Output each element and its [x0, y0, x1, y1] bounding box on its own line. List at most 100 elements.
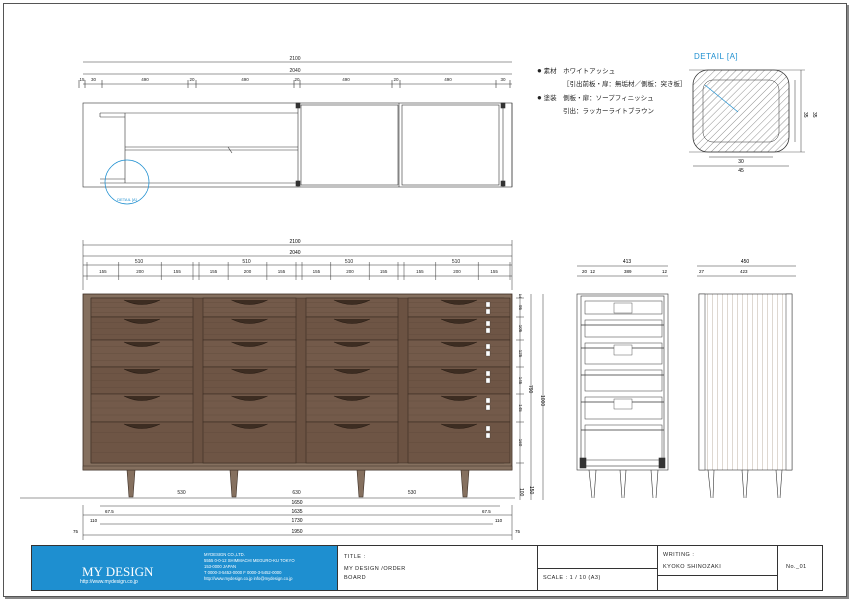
top-segment-dim: 490 [241, 77, 249, 82]
front-column-dim: 510 [135, 259, 144, 265]
top-segment-dim: 30 [500, 77, 506, 82]
bottom-small-2: 67.5 [482, 509, 491, 514]
drawer-height-dim: 125 [518, 350, 523, 358]
drawer-marker [485, 432, 491, 439]
leg [126, 469, 136, 498]
top-segment-dim: 15 [79, 77, 85, 82]
title-label: TITLE : [344, 554, 366, 560]
drawer-height-dim: 145 [518, 404, 523, 412]
detail-height-outer: 35 [802, 112, 808, 118]
front-sub-dim: 155 [99, 269, 107, 274]
drawer-marker [485, 343, 491, 350]
front-view-dims [82, 240, 513, 290]
front-column-dims: 510 510 510 510 [135, 259, 461, 265]
leg-spacing-dim: 530 [408, 490, 417, 496]
drawer-marker [485, 425, 491, 432]
leg [356, 469, 366, 498]
back-view [697, 265, 796, 499]
company-url: http://www.mydesign.co.jp [80, 579, 138, 585]
leg-spacing-dim: 530 [177, 490, 186, 496]
drawer-label [613, 302, 633, 314]
brand-logo: MY DESIGN [82, 564, 154, 579]
side-part-4: 12 [662, 269, 668, 274]
back-part-1: 27 [699, 269, 705, 274]
drawing-sheet: ● 素材 ホワイトアッシュ ［引出前板・扉：無垢材／側板：突き板］ ● 塗装 側… [0, 0, 850, 600]
detail-height-inner: 35 [811, 112, 817, 118]
top-segment-dim: 490 [444, 77, 452, 82]
top-segment-dim: 20 [189, 77, 195, 82]
front-sub-dim: 200 [136, 269, 144, 274]
drawer-marker [485, 370, 491, 377]
top-segment-dims: 15 30 490 20 490 20 490 20 490 30 [79, 77, 506, 82]
drawer-height-dim: 105 [518, 325, 523, 333]
side-overall-dim: 413 [623, 259, 632, 265]
drawer-marker [485, 397, 491, 404]
drawer-marker [485, 327, 491, 334]
front-sub-dim: 200 [244, 269, 252, 274]
drawer-marker [485, 350, 491, 357]
title-cell: TITLE : MY DESIGN /ORDER BOARD [337, 546, 538, 590]
top-overall-dim: 2100 [289, 56, 300, 62]
plinth-dim: 150 [528, 486, 534, 495]
front-sub-dim: 200 [453, 269, 461, 274]
front-sub-dim: 155 [210, 269, 218, 274]
front-sub-dim: 155 [416, 269, 424, 274]
drawer-marker [485, 404, 491, 411]
top-segment-dim: 490 [342, 77, 350, 82]
back-overall-dim: 450 [741, 259, 750, 265]
bottom-small-3: 110 [90, 518, 98, 523]
bottom-dim-1: 1650 [291, 500, 302, 506]
company-info: MYDESIGN CO.,LTD. 5555 0-0-12 SHIMMACHI … [204, 552, 295, 581]
bottom-dim-4: 1950 [291, 529, 302, 535]
title-line-1: MY DESIGN /ORDER [344, 566, 406, 572]
drawer-height-dim: 95 [518, 305, 523, 311]
side-view [576, 265, 669, 499]
detail-width-inner: 30 [738, 159, 744, 165]
company-logo-panel: MY DESIGN http://www.mydesign.co.jp MYDE… [32, 546, 337, 590]
drawer-marker [485, 308, 491, 315]
side-part-3: 389 [624, 269, 632, 274]
scale-text: SCALE : 1 / 10 (A3) [543, 575, 601, 581]
front-sub-dim: 155 [173, 269, 181, 274]
front-sub-dim: 155 [278, 269, 286, 274]
top-segment-dim: 20 [294, 77, 300, 82]
drawer-height-dim: 145 [518, 377, 523, 385]
total-height-dim: 1000 [539, 395, 545, 406]
drawer-height-dim: 160 [518, 439, 523, 447]
front-sub-dim: 200 [346, 269, 354, 274]
number-cell: No._01 [777, 546, 823, 590]
top-segment-dim: 30 [91, 77, 97, 82]
leg [460, 469, 470, 498]
top-segment-dim: 20 [393, 77, 399, 82]
title-block: MY DESIGN http://www.mydesign.co.jp MYDE… [31, 545, 823, 591]
front-column-dim: 510 [452, 259, 461, 265]
top-segment-dim: 490 [141, 77, 149, 82]
writing-label: WRITING : [663, 552, 695, 558]
plinth [82, 465, 513, 471]
top-view [78, 61, 513, 205]
leg-spacing-dim: 630 [292, 490, 301, 496]
drawer-marker [485, 320, 491, 327]
writer-cell: WRITING : KYOKO SHINOZAKI [657, 546, 778, 590]
drawer-marker [485, 377, 491, 384]
writer-name: KYOKO SHINOZAKI [663, 564, 722, 570]
sheet-number: No._01 [786, 564, 807, 570]
inner-height-dim: 790 [527, 385, 533, 394]
front-sub-dim: 155 [313, 269, 321, 274]
leg-spacing-dims: 530 630 530 [177, 490, 416, 496]
front-vertical-dim-texts: 95 105 125 145 145 160 14 [518, 294, 523, 447]
scale-cell: SCALE : 1 / 10 (A3) [537, 546, 658, 590]
bottom-small-4: 110 [495, 518, 503, 523]
bottom-small-5: 75 [73, 529, 79, 534]
drawer-marker [485, 301, 491, 308]
bottom-small-1: 67.5 [105, 509, 114, 514]
front-column-dim: 510 [345, 259, 354, 265]
title-line-2: BOARD [344, 575, 367, 581]
detail-a-section [689, 69, 805, 167]
back-part-2: 423 [740, 269, 748, 274]
front-inner-dim: 2040 [289, 250, 300, 256]
top-offset-dim: 14 [518, 294, 523, 299]
bottom-dim-3: 1730 [291, 518, 302, 524]
detail-width-outer: 45 [738, 168, 744, 174]
bottom-small-6: 75 [515, 529, 521, 534]
